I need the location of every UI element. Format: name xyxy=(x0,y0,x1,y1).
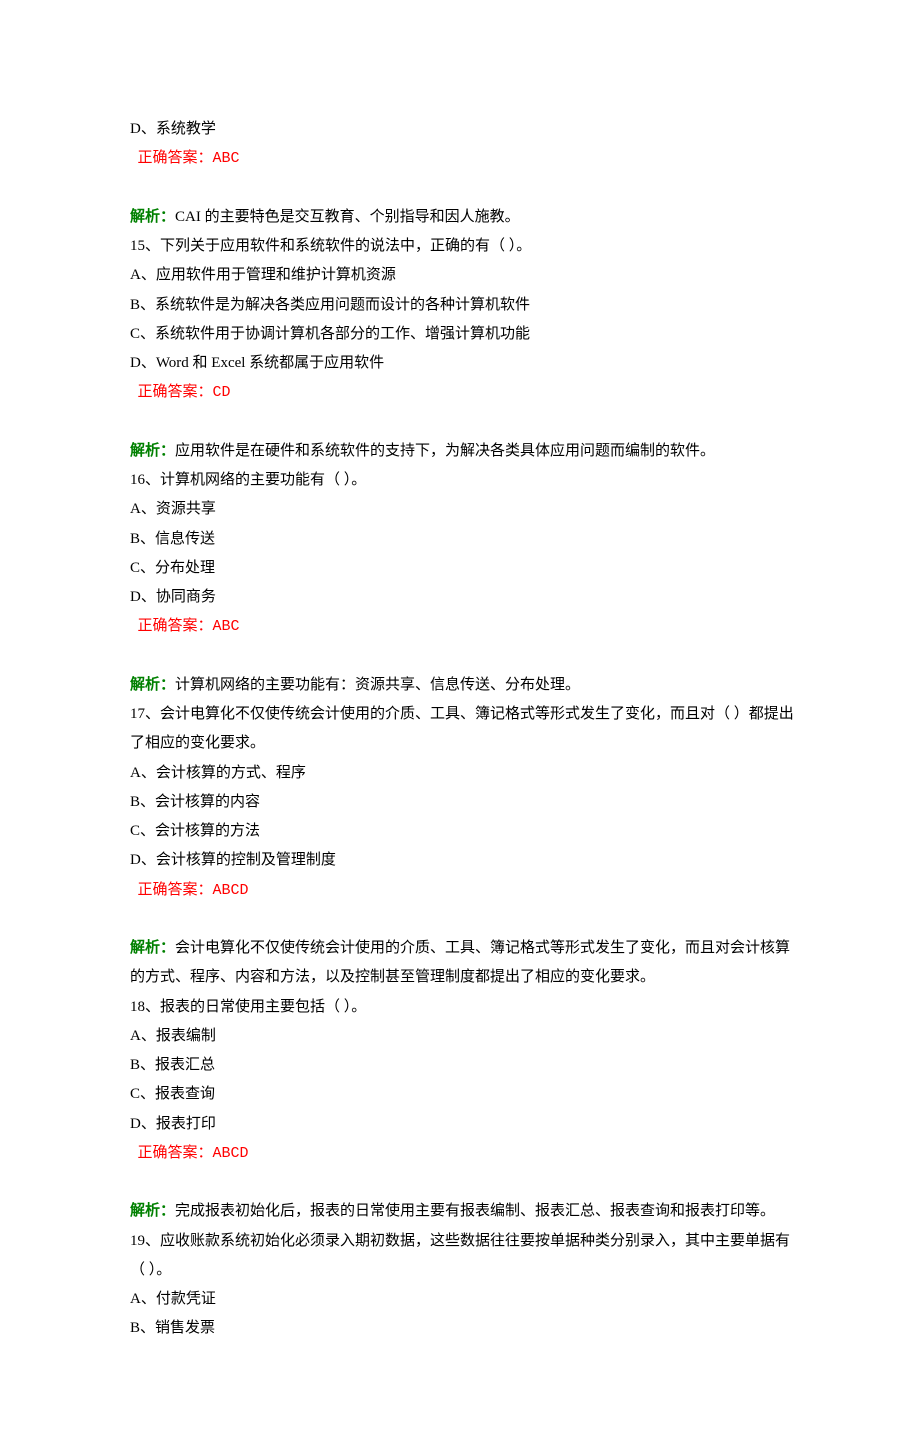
answer-value: ABCD xyxy=(213,1145,249,1162)
blank-line xyxy=(130,174,800,203)
answer-value: CD xyxy=(213,384,231,401)
analysis-text: 计算机网络的主要功能有：资源共享、信息传送、分布处理。 xyxy=(175,677,580,693)
analysis-line: 解析：完成报表初始化后，报表的日常使用主要有报表编制、报表汇总、报表查询和报表打… xyxy=(130,1197,800,1226)
document-page: D、系统教学正确答案：ABC解析：CAI 的主要特色是交互教育、个别指导和因人施… xyxy=(0,0,920,1444)
analysis-label: 解析： xyxy=(130,1203,175,1219)
correct-answer-line: 正确答案：ABC xyxy=(130,144,800,173)
text-line: D、系统教学 xyxy=(130,115,800,144)
answer-value: ABCD xyxy=(213,882,249,899)
analysis-text: CAI 的主要特色是交互教育、个别指导和因人施教。 xyxy=(175,209,520,225)
blank-line xyxy=(130,408,800,437)
analysis-line: 解析：计算机网络的主要功能有：资源共享、信息传送、分布处理。 xyxy=(130,671,800,700)
analysis-text: 完成报表初始化后，报表的日常使用主要有报表编制、报表汇总、报表查询和报表打印等。 xyxy=(175,1203,775,1219)
analysis-line: 解析：应用软件是在硬件和系统软件的支持下，为解决各类具体应用问题而编制的软件。 xyxy=(130,437,800,466)
analysis-line: 解析：CAI 的主要特色是交互教育、个别指导和因人施教。 xyxy=(130,203,800,232)
answer-label: 正确答案： xyxy=(138,384,213,400)
text-line: C、系统软件用于协调计算机各部分的工作、增强计算机功能 xyxy=(130,320,800,349)
answer-label: 正确答案： xyxy=(138,882,213,898)
answer-label: 正确答案： xyxy=(138,150,213,166)
text-line: B、报表汇总 xyxy=(130,1051,800,1080)
blank-line xyxy=(130,642,800,671)
text-line: D、协同商务 xyxy=(130,583,800,612)
text-line: B、系统软件是为解决各类应用问题而设计的各种计算机软件 xyxy=(130,291,800,320)
text-line: B、销售发票 xyxy=(130,1314,800,1343)
text-line: 19、应收账款系统初始化必须录入期初数据，这些数据往往要按单据种类分别录入，其中… xyxy=(130,1227,800,1286)
text-line: A、应用软件用于管理和维护计算机资源 xyxy=(130,261,800,290)
analysis-text: 应用软件是在硬件和系统软件的支持下，为解决各类具体应用问题而编制的软件。 xyxy=(175,443,715,459)
text-line: 17、会计电算化不仅使传统会计使用的介质、工具、簿记格式等形式发生了变化，而且对… xyxy=(130,700,800,759)
text-line: C、会计核算的方法 xyxy=(130,817,800,846)
correct-answer-line: 正确答案：ABC xyxy=(130,612,800,641)
blank-line xyxy=(130,1168,800,1197)
text-line: 18、报表的日常使用主要包括（ ）。 xyxy=(130,993,800,1022)
text-line: C、分布处理 xyxy=(130,554,800,583)
answer-label: 正确答案： xyxy=(138,618,213,634)
correct-answer-line: 正确答案：ABCD xyxy=(130,876,800,905)
analysis-label: 解析： xyxy=(130,940,175,956)
text-line: A、资源共享 xyxy=(130,495,800,524)
correct-answer-line: 正确答案：ABCD xyxy=(130,1139,800,1168)
text-line: B、会计核算的内容 xyxy=(130,788,800,817)
text-line: B、信息传送 xyxy=(130,525,800,554)
text-line: D、Word 和 Excel 系统都属于应用软件 xyxy=(130,349,800,378)
blank-line xyxy=(130,905,800,934)
answer-value: ABC xyxy=(213,150,240,167)
text-line: D、会计核算的控制及管理制度 xyxy=(130,846,800,875)
correct-answer-line: 正确答案：CD xyxy=(130,378,800,407)
answer-label: 正确答案： xyxy=(138,1145,213,1161)
analysis-text: 会计电算化不仅使传统会计使用的介质、工具、簿记格式等形式发生了变化，而且对会计核… xyxy=(130,940,790,985)
answer-value: ABC xyxy=(213,618,240,635)
text-line: A、会计核算的方式、程序 xyxy=(130,759,800,788)
text-line: 15、下列关于应用软件和系统软件的说法中，正确的有（ ）。 xyxy=(130,232,800,261)
analysis-line: 解析：会计电算化不仅使传统会计使用的介质、工具、簿记格式等形式发生了变化，而且对… xyxy=(130,934,800,993)
text-line: 16、计算机网络的主要功能有（ ）。 xyxy=(130,466,800,495)
text-line: A、付款凭证 xyxy=(130,1285,800,1314)
analysis-label: 解析： xyxy=(130,677,175,693)
analysis-label: 解析： xyxy=(130,443,175,459)
text-line: D、报表打印 xyxy=(130,1110,800,1139)
analysis-label: 解析： xyxy=(130,209,175,225)
text-line: A、报表编制 xyxy=(130,1022,800,1051)
text-line: C、报表查询 xyxy=(130,1080,800,1109)
